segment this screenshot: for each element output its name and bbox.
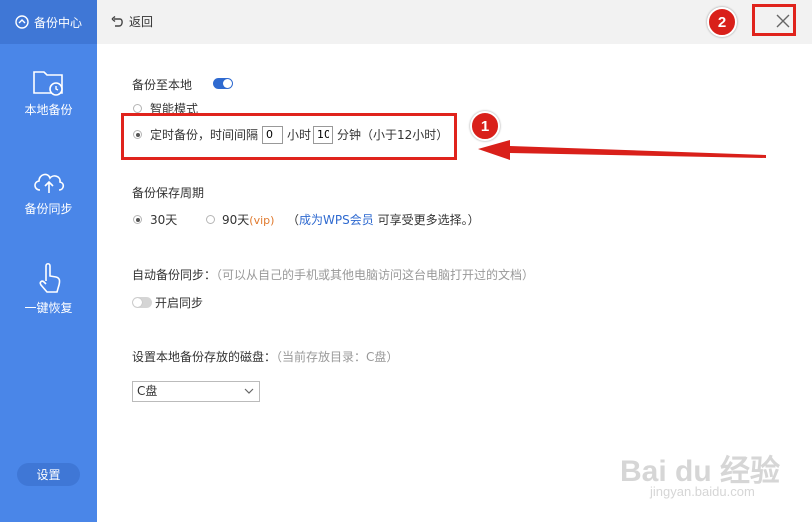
vip-tag: (vip) (249, 214, 275, 227)
retention-30-radio[interactable] (133, 215, 142, 224)
auto-sync-title: 自动备份同步： (132, 268, 217, 282)
annotation-badge-1: 1 (470, 111, 500, 141)
sidebar-item-label: 本地备份 (24, 103, 73, 117)
chevron-down-icon (244, 388, 254, 394)
sidebar-item-label: 一键恢复 (24, 301, 73, 315)
note-rest: 可享受更多选择。） (373, 213, 480, 227)
cloud-upload-icon (33, 173, 64, 193)
annotation-box-close (752, 4, 796, 36)
sync-toggle-label: 开启同步 (155, 296, 204, 310)
local-backup-title: 备份至本地 (132, 78, 193, 92)
sidebar-item-backup-sync[interactable]: 备份同步 (0, 166, 97, 217)
sidebar: 备份中心 本地备份 备份同步 一键恢复 设置 (0, 0, 97, 522)
sidebar-item-one-click-restore[interactable]: 一键恢复 (0, 261, 97, 316)
retention-90-radio[interactable] (206, 215, 215, 224)
top-bar: 返回 (97, 0, 812, 44)
annotation-arrow-icon (478, 140, 766, 160)
sync-toggle[interactable] (132, 297, 152, 308)
note-open: （ (287, 213, 300, 227)
hand-pointer-icon (39, 262, 60, 293)
disk-selected-value: C盘 (137, 384, 158, 398)
disk-select[interactable]: C盘 (132, 381, 260, 402)
settings-button[interactable]: 设置 (17, 463, 80, 486)
back-label: 返回 (129, 15, 154, 29)
auto-sync-desc: （可以从自己的手机或其他电脑访问这台电脑打开过的文档） (216, 268, 535, 282)
disk-section: 设置本地备份存放的磁盘：（当前存放目录：C盘） (132, 348, 398, 365)
annotation-box-timed (121, 113, 457, 160)
retention-90-text: 90天 (222, 213, 250, 227)
annotation-badge-2: 2 (707, 7, 737, 37)
auto-sync-section: 自动备份同步：（可以从自己的手机或其他电脑访问这台电脑打开过的文档） (132, 266, 534, 283)
smart-mode-radio[interactable] (133, 104, 142, 113)
undo-arrow-icon (111, 15, 123, 27)
retention-30-label: 30天 (150, 213, 178, 227)
disk-current: （当前存放目录：C盘） (276, 350, 399, 364)
sidebar-item-label: 备份同步 (24, 202, 73, 216)
back-button[interactable]: 返回 (111, 13, 153, 30)
disk-title: 设置本地备份存放的磁盘： (132, 350, 277, 364)
sidebar-item-local-backup[interactable]: 本地备份 (0, 67, 97, 118)
toggle-knob (133, 298, 142, 307)
backup-center-icon (15, 15, 29, 29)
watermark-url: jingyan.baidu.com (650, 484, 755, 499)
brand-label: 备份中心 (33, 15, 82, 30)
retention-90-label: 90天(vip) (222, 211, 274, 228)
become-wps-member-link[interactable]: 成为WPS会员 (299, 213, 374, 227)
toggle-knob (223, 79, 232, 88)
folder-clock-icon (32, 71, 63, 96)
sidebar-brand: 备份中心 (0, 0, 97, 44)
retention-note: （成为WPS会员 可享受更多选择。） (287, 211, 480, 228)
local-backup-toggle[interactable] (213, 78, 233, 89)
retention-title: 备份保存周期 (132, 186, 205, 200)
